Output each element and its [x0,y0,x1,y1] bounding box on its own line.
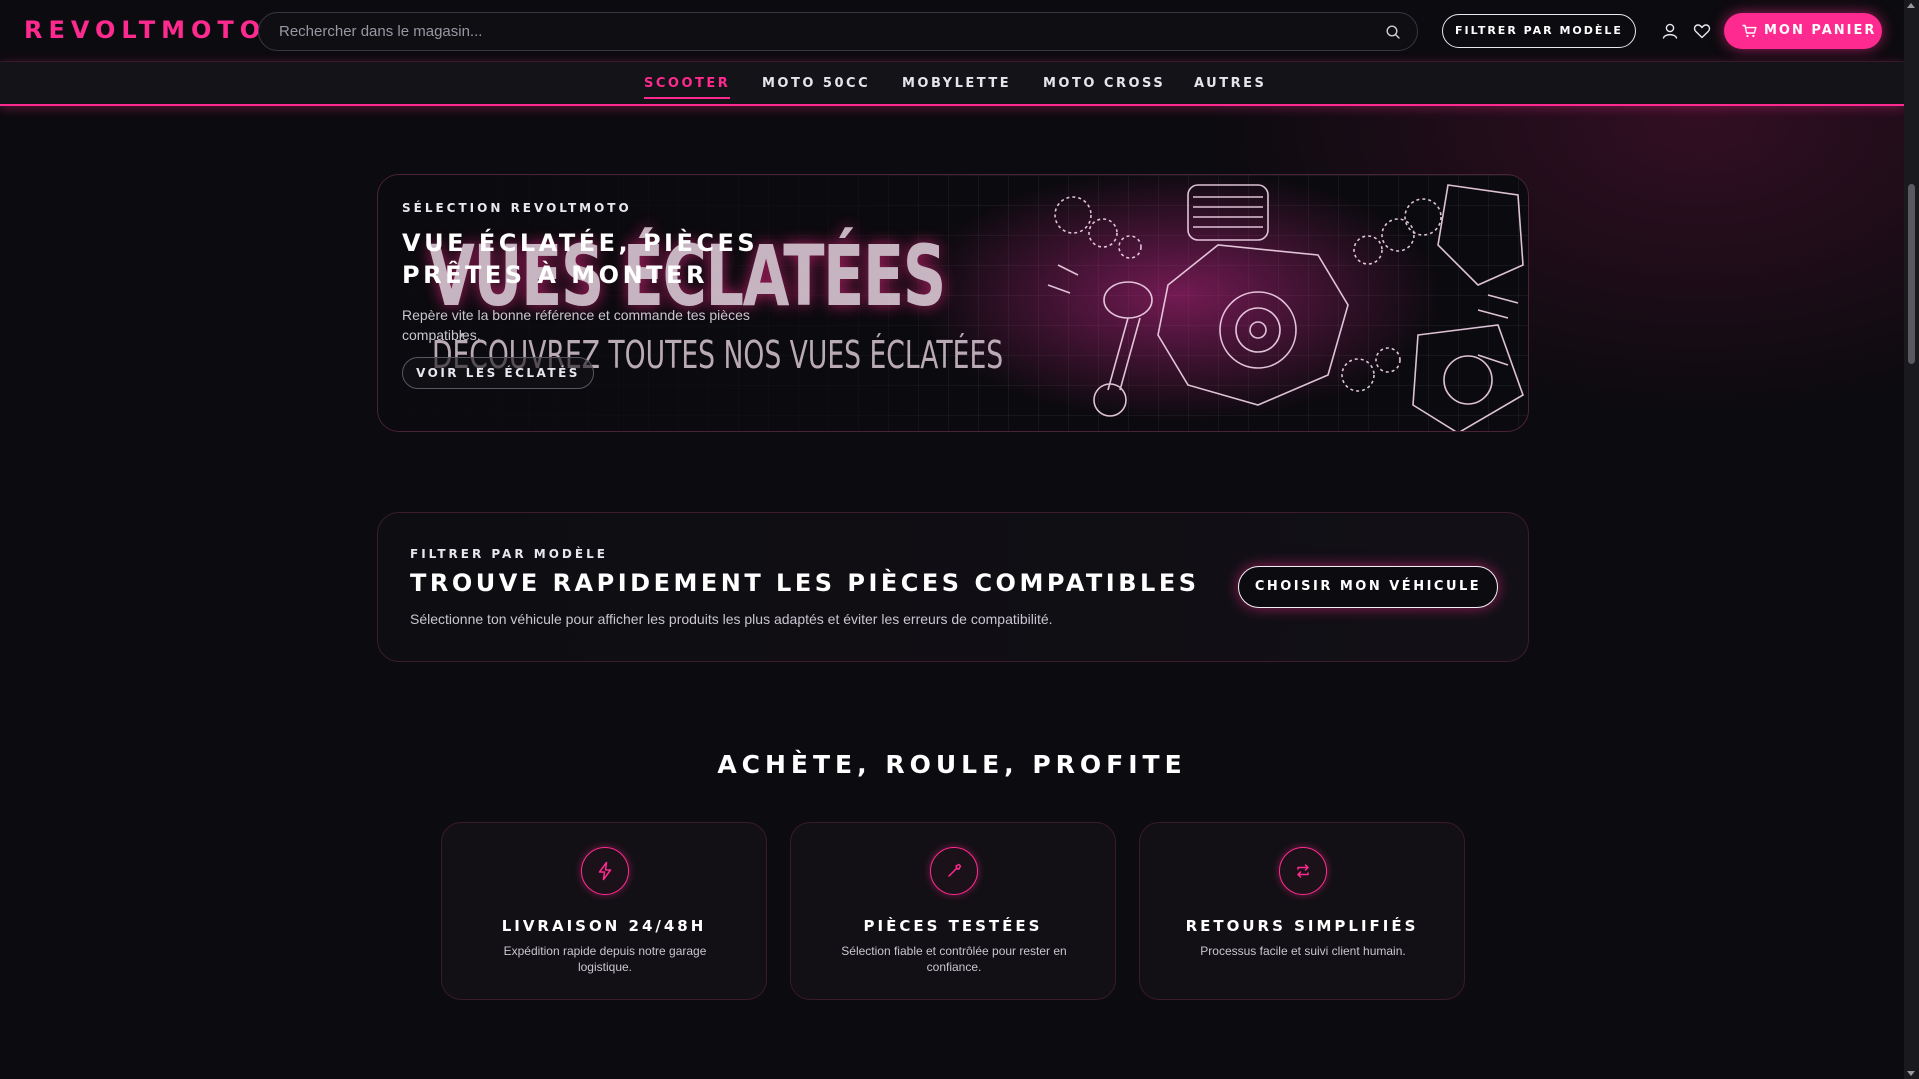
features-heading: ACHÈTE, ROULE, PROFITE [717,750,1187,779]
filter-card-eyebrow: FILTRER PAR MODÈLE [410,547,608,561]
nav-item-moto-50cc[interactable]: MOTO 50CC [762,76,870,91]
feature-card-delivery: LIVRAISON 24/48H Expédition rapide depui… [441,822,767,1000]
feature-description: Processus facile et suivi client humain. [1200,944,1406,958]
scroll-up-arrow[interactable] [1907,3,1915,8]
nav-item-mobylette[interactable]: MOBYLETTE [902,76,1011,91]
banner-eyebrow: SÉLECTION REVOLTMOTO [402,201,632,215]
search-icon[interactable] [1385,24,1401,40]
nav-item-scooter[interactable]: SCOOTER [644,76,731,99]
return-icon [1297,864,1309,878]
feature-icon-wrapper [930,847,978,895]
cart-button[interactable]: MON PANIER [1724,13,1882,49]
nav-item-moto-cross[interactable]: MOTO CROSS [1043,76,1165,91]
logo[interactable]: REVOLTMOTO [24,16,266,44]
scroll-down-arrow[interactable] [1907,1071,1915,1076]
page-scrollbar[interactable] [1904,0,1919,1079]
lightning-icon [598,861,612,881]
feature-card-tested-parts: PIÈCES TESTÉES Sélection fiable et contr… [790,822,1116,1000]
exploded-views-banner[interactable]: VUES ÉCLATÉES DÉCOUVREZ TOUTES NOS VUES … [377,174,1529,432]
page: REVOLTMOTO FILTRER PAR MODÈLE MON PANIER [0,0,1904,1079]
banner-description: Repère vite la bonne référence et comman… [402,307,750,343]
filter-card-description: Sélectionne ton véhicule pour afficher l… [410,611,1053,627]
header: REVOLTMOTO FILTRER PAR MODÈLE MON PANIER [0,0,1904,62]
banner-title: VUE ÉCLATÉE, PIÈCES PRÊTES À MONTER [402,229,759,289]
feature-icon-wrapper [1279,847,1327,895]
feature-icon-wrapper [581,847,629,895]
feature-description: Sélection fiable et contrôlée pour reste… [841,944,1067,974]
choose-vehicle-button[interactable]: CHOISIR MON VÉHICULE [1238,566,1498,608]
scrollbar-thumb[interactable] [1908,184,1915,364]
search-bar[interactable] [258,12,1418,51]
heart-icon[interactable] [1692,21,1712,41]
feature-title: RETOURS SIMPLIFIÉS [1185,917,1419,935]
feature-title: PIÈCES TESTÉES [863,917,1043,935]
feature-card-returns: RETOURS SIMPLIFIÉS Processus facile et s… [1139,822,1465,1000]
category-nav: SCOOTER MOTO 50CC MOBYLETTE MOTO CROSS A… [0,62,1904,106]
nav-item-autres[interactable]: AUTRES [1194,76,1266,91]
filter-by-model-button[interactable]: FILTRER PAR MODÈLE [1442,14,1636,48]
feature-description: Expédition rapide depuis notre garage lo… [503,944,707,974]
engine-exploded-illustration [1047,184,1524,431]
feature-title: LIVRAISON 24/48H [501,917,707,935]
cart-label: MON PANIER [1764,23,1877,38]
user-icon[interactable] [1660,21,1680,41]
view-exploded-button[interactable]: VOIR LES ÉCLATÉS [402,357,594,389]
search-input[interactable] [279,13,1379,50]
filter-card-title: TROUVE RAPIDEMENT LES PIÈCES COMPATIBLES [410,569,1200,597]
filter-by-model-card: FILTRER PAR MODÈLE TROUVE RAPIDEMENT LES… [377,512,1529,662]
wrench-icon [948,863,962,877]
cart-icon [1742,24,1757,38]
